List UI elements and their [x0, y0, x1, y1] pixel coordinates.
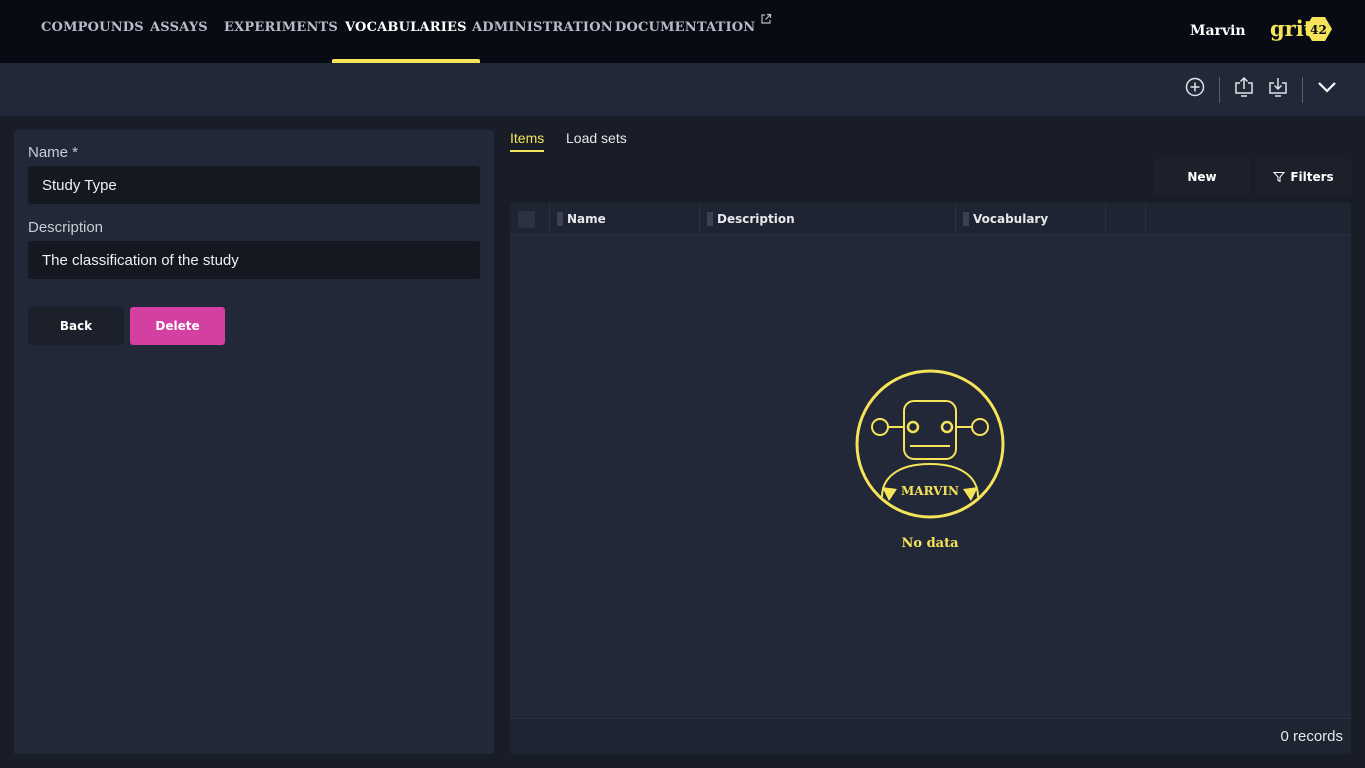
new-item-button[interactable]: New — [1154, 158, 1250, 196]
delete-button[interactable]: Delete — [130, 307, 225, 345]
nav-experiments[interactable]: EXPERIMENTS — [224, 0, 338, 63]
tab-load-sets[interactable]: Load sets — [566, 130, 627, 152]
nav-vocabularies-label: VOCABULARIES — [345, 20, 467, 35]
checkbox-box — [518, 211, 535, 228]
items-grid: Name Description Vocabulary MARVIN No da… — [510, 203, 1351, 754]
nav-compounds-label: COMPOUNDS — [41, 20, 144, 35]
record-count: 0 records — [1280, 728, 1343, 745]
description-label: Description — [28, 219, 104, 236]
toolbar-separator — [1302, 77, 1303, 103]
empty-state: MARVIN No data — [855, 369, 1005, 551]
nav-administration[interactable]: ADMINISTRATION — [472, 0, 613, 63]
column-header-vocabulary[interactable]: Vocabulary — [956, 203, 1106, 235]
column-header-name[interactable]: Name — [550, 203, 700, 235]
filters-label: Filters — [1290, 170, 1334, 184]
external-link-icon — [761, 13, 772, 24]
vocabulary-form: Name * Description Back Delete — [14, 130, 494, 754]
name-label: Name * — [28, 144, 79, 161]
empty-message: No data — [901, 536, 959, 551]
marvin-badge-text: MARVIN — [901, 484, 959, 498]
grid-footer: 0 records — [510, 718, 1351, 754]
name-input[interactable] — [28, 166, 480, 204]
top-navigation: COMPOUNDS ASSAYS EXPERIMENTS VOCABULARIE… — [0, 0, 1365, 63]
select-all-checkbox[interactable] — [510, 203, 550, 235]
back-button[interactable]: Back — [28, 307, 124, 345]
nav-compounds[interactable]: COMPOUNDS — [41, 0, 144, 63]
grit42-logo[interactable]: grit 42 — [1270, 14, 1336, 44]
action-toolbar — [0, 63, 1365, 116]
column-vocabulary-label: Vocabulary — [973, 212, 1049, 226]
column-description-label: Description — [717, 212, 795, 226]
nav-documentation-label: DOCUMENTATION — [615, 20, 756, 35]
nav-experiments-label: EXPERIMENTS — [224, 20, 339, 35]
marvin-robot-icon: MARVIN — [855, 369, 1005, 519]
column-header-description[interactable]: Description — [700, 203, 956, 235]
column-header-extra — [1106, 203, 1146, 235]
nav-assays[interactable]: ASSAYS — [150, 0, 208, 63]
user-menu[interactable]: Marvin — [1190, 0, 1246, 62]
nav-documentation[interactable]: DOCUMENTATION — [615, 0, 772, 63]
toolbar-separator — [1219, 77, 1220, 103]
description-input[interactable] — [28, 241, 480, 279]
column-resize-grip[interactable] — [707, 212, 713, 226]
chevron-down-icon[interactable] — [1315, 75, 1339, 99]
grid-header: Name Description Vocabulary — [510, 203, 1351, 235]
filters-button[interactable]: Filters — [1256, 158, 1351, 196]
column-resize-grip[interactable] — [557, 212, 563, 226]
column-name-label: Name — [567, 212, 606, 226]
nav-administration-label: ADMINISTRATION — [472, 20, 613, 35]
nav-vocabularies[interactable]: VOCABULARIES — [332, 0, 480, 63]
nav-assays-label: ASSAYS — [150, 20, 208, 35]
logo-badge-text: 42 — [1310, 23, 1327, 37]
download-icon[interactable] — [1266, 75, 1290, 99]
upload-icon[interactable] — [1232, 75, 1256, 99]
tab-items[interactable]: Items — [510, 130, 545, 152]
column-resize-grip[interactable] — [963, 212, 969, 226]
add-circle-icon[interactable] — [1183, 75, 1207, 99]
filter-icon — [1273, 172, 1286, 183]
